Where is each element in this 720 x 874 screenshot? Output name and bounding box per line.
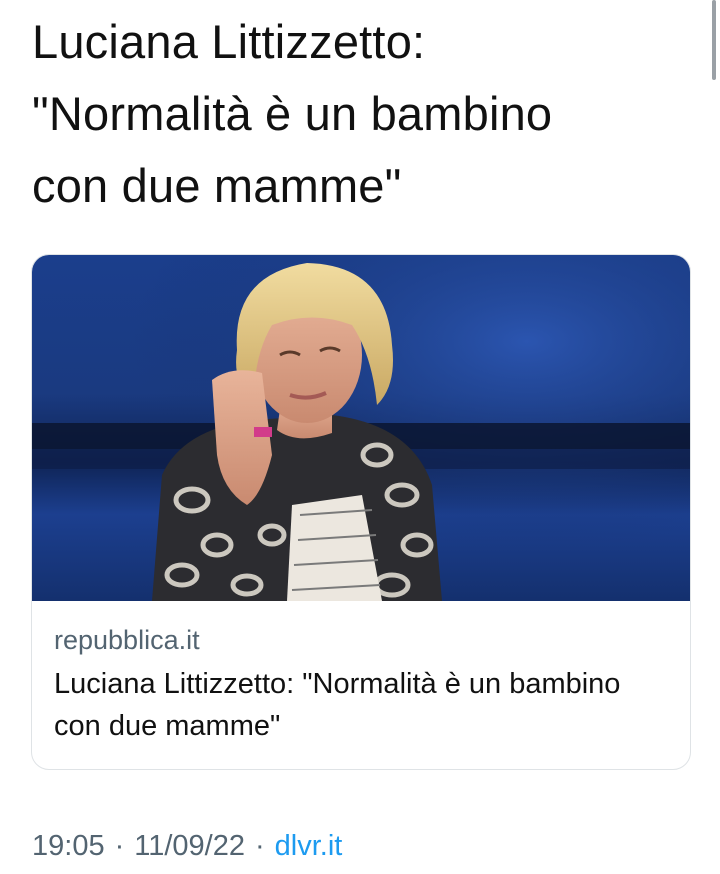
scrollbar[interactable] [712, 0, 716, 80]
article-photo [32, 255, 690, 601]
meta-separator: · [114, 830, 125, 862]
card-domain: repubblica.it [54, 625, 200, 655]
tweet-time: 19:05 [32, 830, 105, 862]
tweet-text: Luciana Littizzetto: "Normalità è un bam… [32, 15, 553, 212]
tweet-meta: 19:05 · 11/09/22 · dlvr.it [32, 826, 342, 866]
tweet-source-link[interactable]: dlvr.it [275, 830, 343, 862]
link-preview-card[interactable]: repubblica.it Luciana Littizzetto: "Norm… [31, 254, 691, 770]
card-title[interactable]: Luciana Littizzetto: "Normalità è un bam… [54, 663, 668, 747]
tweet-date: 11/09/22 [134, 830, 245, 862]
card-body: repubblica.it Luciana Littizzetto: "Norm… [32, 601, 690, 747]
meta-separator: · [254, 830, 265, 862]
